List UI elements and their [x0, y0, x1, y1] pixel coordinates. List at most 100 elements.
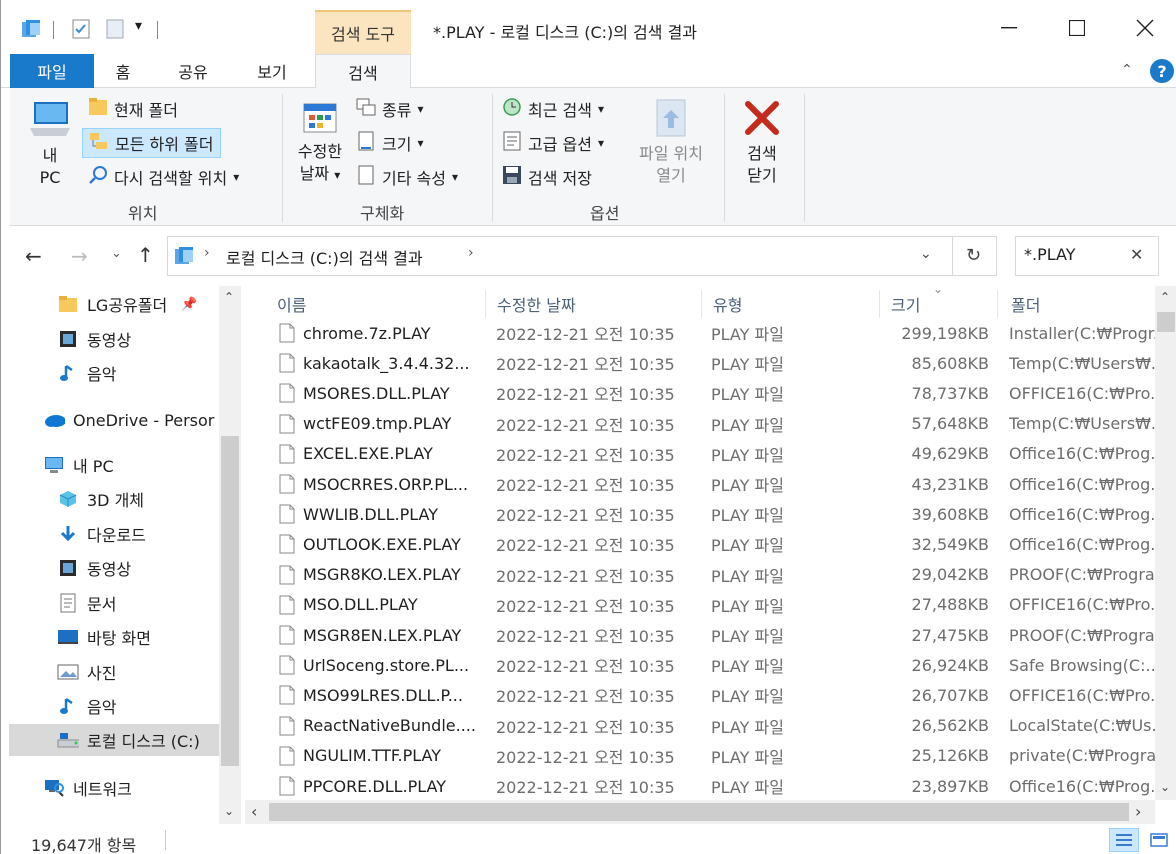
advanced-options-button[interactable]: 고급 옵션 ▾ — [502, 128, 604, 158]
file-name: ReactNativeBundle.... — [303, 716, 476, 736]
nav-item[interactable]: 네트워크 — [43, 772, 132, 804]
other-properties-button[interactable]: 기타 속성 ▾ — [356, 162, 458, 192]
file-row[interactable]: ReactNativeBundle.... 2022-12-21 오전 10:35… — [245, 711, 1159, 741]
column-header-separator[interactable] — [879, 290, 880, 318]
nav-item[interactable]: 동영상 — [57, 323, 131, 355]
file-row[interactable]: EXCEL.EXE.PLAY 2022-12-21 오전 10:35 PLAY 파일… — [245, 439, 1159, 469]
scroll-left-icon[interactable]: ‹ — [251, 802, 257, 821]
file-row[interactable]: MSGR8KO.LEX.PLAY 2022-12-21 오전 10:35 PLAY … — [245, 560, 1159, 590]
recent-locations-icon[interactable]: ⌄ — [111, 246, 122, 261]
close-search-button[interactable]: 검색 닫기 — [734, 98, 790, 187]
tab-view[interactable]: 보기 — [241, 54, 303, 88]
file-row[interactable]: kakaotalk_3.4.4.32... 2022-12-21 오전 10:35… — [245, 348, 1159, 378]
file-row[interactable]: MSO.DLL.PLAY 2022-12-21 오전 10:35 PLAY 파일 27… — [245, 590, 1159, 620]
save-search-button[interactable]: 검색 저장 — [502, 162, 592, 192]
scroll-right-icon[interactable]: › — [1135, 802, 1141, 821]
new-folder-qat-icon[interactable] — [105, 19, 125, 39]
nav-item[interactable]: 바탕 화면 — [57, 621, 151, 653]
column-header-folder[interactable]: 폴더 — [1011, 286, 1040, 322]
this-pc-button[interactable]: 내 PC — [22, 100, 78, 189]
scroll-up-icon[interactable]: ⌃ — [224, 290, 234, 304]
nav-item[interactable]: 음악 — [57, 690, 116, 722]
help-icon[interactable]: ? — [1150, 59, 1174, 83]
file-row[interactable]: MSOCRRES.ORP.PL... 2022-12-21 오전 10:35 PLA… — [245, 469, 1159, 499]
nav-item[interactable]: 사진 — [57, 656, 116, 688]
scroll-down-icon[interactable]: ⌄ — [1160, 780, 1170, 794]
file-row[interactable]: MSORES.DLL.PLAY 2022-12-21 오전 10:35 PLAY 파… — [245, 378, 1159, 408]
tab-file[interactable]: 파일 — [10, 54, 94, 88]
file-row[interactable]: wctFE09.tmp.PLAY 2022-12-21 오전 10:35 PLAY … — [245, 409, 1159, 439]
recent-searches-button[interactable]: 최근 검색 ▾ — [502, 94, 604, 124]
nav-scroll-thumb[interactable] — [221, 436, 239, 766]
up-arrow-icon[interactable]: ↑ — [137, 243, 154, 267]
file-row[interactable]: OUTLOOK.EXE.PLAY 2022-12-21 오전 10:35 PLAY … — [245, 529, 1159, 559]
tab-share[interactable]: 공유 — [165, 54, 221, 88]
file-row[interactable]: WWLIB.DLL.PLAY 2022-12-21 오전 10:35 PLAY 파일… — [245, 499, 1159, 529]
properties-icon[interactable] — [71, 19, 91, 39]
horizontal-scrollbar[interactable]: ‹ › — [245, 800, 1155, 824]
tab-home[interactable]: 홈 — [101, 54, 145, 88]
nav-item[interactable]: 로컬 디스크 (C:) — [9, 724, 219, 756]
refresh-icon[interactable]: ↻ — [966, 245, 981, 266]
column-separator[interactable] — [485, 290, 486, 318]
large-icons-view-button[interactable] — [1147, 830, 1171, 850]
file-row[interactable]: UrlSoceng.store.PL... 2022-12-21 오전 10:35… — [245, 650, 1159, 680]
breadcrumb-path[interactable]: 로컬 디스크 (C:)의 검색 결과 — [226, 245, 423, 269]
nav-item[interactable]: 3D 개체 — [57, 483, 144, 515]
collapse-ribbon-icon[interactable]: ⌃ — [1121, 62, 1133, 78]
kind-icon — [356, 97, 376, 121]
all-subfolders-button[interactable]: 모든 하위 폴더 — [82, 128, 221, 158]
file-list-scrollbar[interactable]: ⌃ ⌄ — [1155, 286, 1176, 800]
file-icon — [279, 595, 295, 615]
file-row[interactable]: chrome.7z.PLAY 2022-12-21 오전 10:35 PLAY 파일… — [245, 318, 1159, 348]
file-type: PLAY 파일 — [711, 627, 784, 646]
kind-button[interactable]: 종류 ▾ — [356, 94, 423, 124]
qat-customize-icon[interactable]: ▾ — [135, 18, 142, 34]
minimize-button[interactable] — [975, 8, 1043, 48]
nav-item[interactable]: OneDrive - Persor — [43, 404, 214, 436]
file-row[interactable]: PPCORE.DLL.PLAY 2022-12-21 오전 10:35 PLAY 파… — [245, 771, 1159, 800]
column-header-name[interactable]: 이름 — [277, 286, 306, 322]
file-row[interactable]: NGULIM.TTF.PLAY 2022-12-21 오전 10:35 PLAY 파… — [245, 741, 1159, 771]
nav-item[interactable]: 다운로드 — [57, 518, 146, 550]
clear-search-icon[interactable]: ✕ — [1130, 245, 1143, 264]
details-view-button[interactable] — [1109, 828, 1139, 852]
date-modified-button[interactable]: 수정한 날짜 ▾ — [290, 100, 350, 186]
maximize-button[interactable] — [1043, 8, 1111, 48]
breadcrumb-chevron-icon[interactable]: › — [468, 245, 474, 261]
file-row[interactable]: MSO99LRES.DLL.P... 2022-12-21 오전 10:35 PLA… — [245, 680, 1159, 710]
nav-scrollbar[interactable]: ⌃ ⌄ — [219, 286, 241, 824]
scroll-up-icon[interactable]: ⌃ — [1160, 290, 1170, 304]
column-separator[interactable] — [701, 290, 702, 318]
file-row[interactable]: MSGR8EN.LEX.PLAY 2022-12-21 오전 10:35 PLAY … — [245, 620, 1159, 650]
nav-item[interactable]: 내 PC — [43, 449, 114, 481]
address-dropdown-icon[interactable]: ⌄ — [920, 246, 932, 262]
search-again-in-button[interactable]: 다시 검색할 위치 ▾ — [88, 162, 239, 192]
open-file-location-button[interactable]: 파일 위치 열기 — [628, 98, 714, 187]
nav-item[interactable]: 동영상 — [57, 552, 131, 584]
file-icon — [279, 565, 295, 585]
nav-item[interactable]: LG공유폴더 📌 — [57, 288, 197, 320]
address-bar[interactable]: › 로컬 디스크 (C:)의 검색 결과 › ⌄ ↻ — [167, 236, 997, 276]
forward-arrow-icon[interactable]: → — [71, 244, 88, 268]
column-separator[interactable] — [997, 290, 998, 318]
scroll-thumb[interactable] — [1157, 312, 1175, 332]
column-header-size[interactable]: 크기 — [891, 286, 920, 322]
nav-item-label: 음악 — [87, 698, 117, 717]
nav-item[interactable]: 문서 — [57, 587, 116, 619]
size-button[interactable]: 크기 ▾ — [356, 128, 423, 158]
current-folder-button[interactable]: 현재 폴더 — [88, 94, 178, 124]
breadcrumb-chevron-icon[interactable]: › — [204, 245, 210, 261]
search-input[interactable]: *.PLAY ✕ — [1015, 236, 1159, 276]
column-header-type[interactable]: 유형 — [713, 286, 742, 322]
file-type: PLAY 파일 — [711, 566, 784, 586]
nav-item[interactable]: 음악 — [57, 357, 116, 389]
horizontal-scroll-thumb[interactable] — [269, 803, 1129, 821]
size-label: 크기 — [382, 135, 412, 154]
back-arrow-icon[interactable]: ← — [25, 244, 42, 268]
column-header-date[interactable]: 수정한 날짜 — [497, 286, 576, 322]
tab-search[interactable]: 검색 — [315, 54, 411, 89]
scroll-down-icon[interactable]: ⌄ — [224, 804, 234, 818]
close-window-button[interactable] — [1111, 8, 1176, 48]
group-label-refine: 구체화 — [360, 204, 405, 223]
